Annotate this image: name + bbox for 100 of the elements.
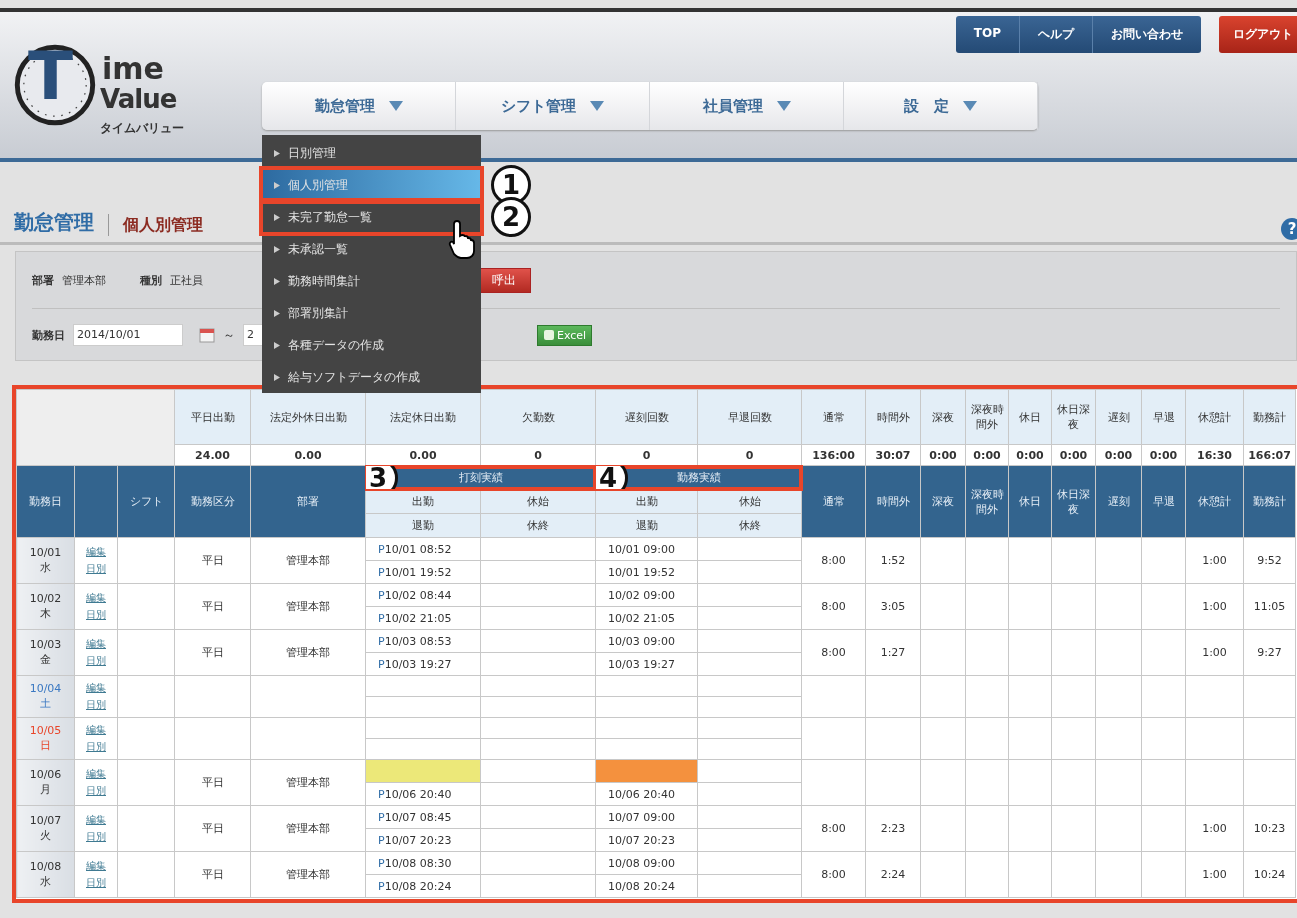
table-cell — [1095, 583, 1142, 630]
help-icon[interactable]: ? — [1281, 218, 1297, 240]
table-cell — [1008, 759, 1052, 806]
logo-subtitle: タイムバリュー — [100, 120, 184, 137]
header-link[interactable]: お問い合わせ — [1093, 16, 1201, 53]
table-cell: P10/03 08:53 — [365, 629, 481, 653]
daily-link[interactable]: 日別 — [86, 876, 106, 888]
menu-item[interactable]: 未承認一覧 — [262, 233, 481, 265]
table-cell: P10/06 20:40 — [365, 782, 481, 806]
header-link[interactable]: TOP — [955, 16, 1020, 53]
column-header: 退勤 — [595, 513, 698, 538]
excel-button[interactable]: Excel — [537, 324, 593, 346]
logo-text: ime — [102, 54, 164, 84]
logo-letter: T — [28, 44, 74, 110]
daily-link[interactable]: 日別 — [86, 784, 106, 796]
table-cell: 11:05 — [1243, 583, 1296, 630]
table-cell — [920, 675, 966, 718]
menu-item[interactable]: 部署別集計 — [262, 297, 481, 329]
table-cell — [1141, 805, 1186, 852]
table-cell — [1051, 629, 1096, 676]
table-cell — [1051, 537, 1096, 584]
edit-link[interactable]: 編集 — [86, 768, 106, 779]
table-cell — [1008, 851, 1052, 898]
table-cell — [1008, 537, 1052, 584]
column-header: 深夜 — [920, 465, 966, 538]
date-field[interactable]: 2014/10/01 — [73, 324, 183, 346]
table-cell — [920, 759, 966, 806]
table-cell: 2:23 — [865, 805, 921, 852]
table-cell — [1008, 675, 1052, 718]
nav-menu-item[interactable]: シフト管理 — [456, 82, 650, 130]
daily-link[interactable]: 日別 — [86, 698, 106, 710]
table-cell — [1243, 759, 1296, 806]
summary-header: 深夜 — [920, 389, 966, 445]
logout-button[interactable]: ログアウト — [1219, 16, 1297, 53]
table-cell: 平日 — [174, 759, 251, 806]
table-cell — [965, 717, 1009, 760]
table-cell: 10/08 20:24 — [595, 874, 698, 898]
table-cell — [1095, 759, 1142, 806]
bullet-icon — [274, 373, 280, 381]
table-cell: 1:00 — [1185, 851, 1244, 898]
daily-link[interactable]: 日別 — [86, 830, 106, 842]
daily-link[interactable]: 日別 — [86, 740, 106, 752]
edit-link[interactable]: 編集 — [86, 682, 106, 693]
date-cell: 10/04 土 — [16, 675, 75, 718]
column-header: 部署 — [250, 465, 366, 538]
edit-link[interactable]: 編集 — [86, 546, 106, 557]
table-cell: 10/03 19:27 — [595, 652, 698, 676]
bullet-icon — [274, 213, 280, 221]
table-cell — [965, 537, 1009, 584]
table-cell: 3:05 — [865, 583, 921, 630]
edit-link[interactable]: 編集 — [86, 638, 106, 649]
table-cell — [965, 759, 1009, 806]
range-separator: ～ — [223, 326, 235, 344]
daily-link[interactable]: 日別 — [86, 608, 106, 620]
table-cell — [1141, 629, 1186, 676]
edit-link[interactable]: 編集 — [86, 860, 106, 871]
table-cell: 8:00 — [801, 537, 866, 584]
group-header: 勤務実績 — [676, 471, 721, 484]
table-cell — [865, 759, 921, 806]
table-cell: 8:00 — [801, 805, 866, 852]
summary-header: 遅刻回数 — [595, 389, 698, 445]
daily-link[interactable]: 日別 — [86, 562, 106, 574]
column-header: 早退 — [1141, 465, 1186, 538]
column-header: 休始 — [697, 489, 802, 514]
field-value: 正社員 — [170, 272, 203, 288]
menu-item[interactable]: 各種データの作成 — [262, 329, 481, 361]
spreadsheet-icon — [543, 329, 555, 341]
table-cell — [1141, 583, 1186, 630]
calendar-icon[interactable] — [199, 327, 215, 343]
table-cell: 10/02 21:05 — [595, 606, 698, 630]
table-cell — [1051, 583, 1096, 630]
table-cell: 平日 — [174, 537, 251, 584]
summary-header: 休憩計 — [1185, 389, 1244, 445]
summary-header: 平日出勤 — [174, 389, 251, 445]
column-header: 遅刻 — [1095, 465, 1142, 538]
table-cell — [1051, 759, 1096, 806]
daily-link[interactable]: 日別 — [86, 654, 106, 666]
table-cell: 10/01 09:00 — [595, 537, 698, 561]
edit-link[interactable]: 編集 — [86, 724, 106, 735]
caret-icon — [963, 101, 977, 111]
table-cell — [1095, 675, 1142, 718]
column-header: 休終 — [480, 513, 596, 538]
edit-link[interactable]: 編集 — [86, 814, 106, 825]
table-cell: 平日 — [174, 583, 251, 630]
table-cell: 9:27 — [1243, 629, 1296, 676]
table-cell — [1185, 759, 1244, 806]
table-cell — [1095, 717, 1142, 760]
edit-link[interactable]: 編集 — [86, 592, 106, 603]
column-header: 勤務日 — [16, 465, 75, 538]
field-label: 種別 — [140, 272, 162, 288]
header-link[interactable]: ヘルプ — [1020, 16, 1093, 53]
nav-menu-item[interactable]: 社員管理 — [650, 82, 844, 130]
table-cell — [1008, 805, 1052, 852]
nav-menu-item[interactable]: 設 定 — [844, 82, 1038, 130]
nav-menu-item[interactable]: 勤怠管理 — [262, 82, 456, 130]
table-cell — [1141, 851, 1186, 898]
caret-icon — [590, 101, 604, 111]
table-cell — [965, 805, 1009, 852]
table-cell — [1095, 851, 1142, 898]
column-header: 時間外 — [865, 465, 921, 538]
